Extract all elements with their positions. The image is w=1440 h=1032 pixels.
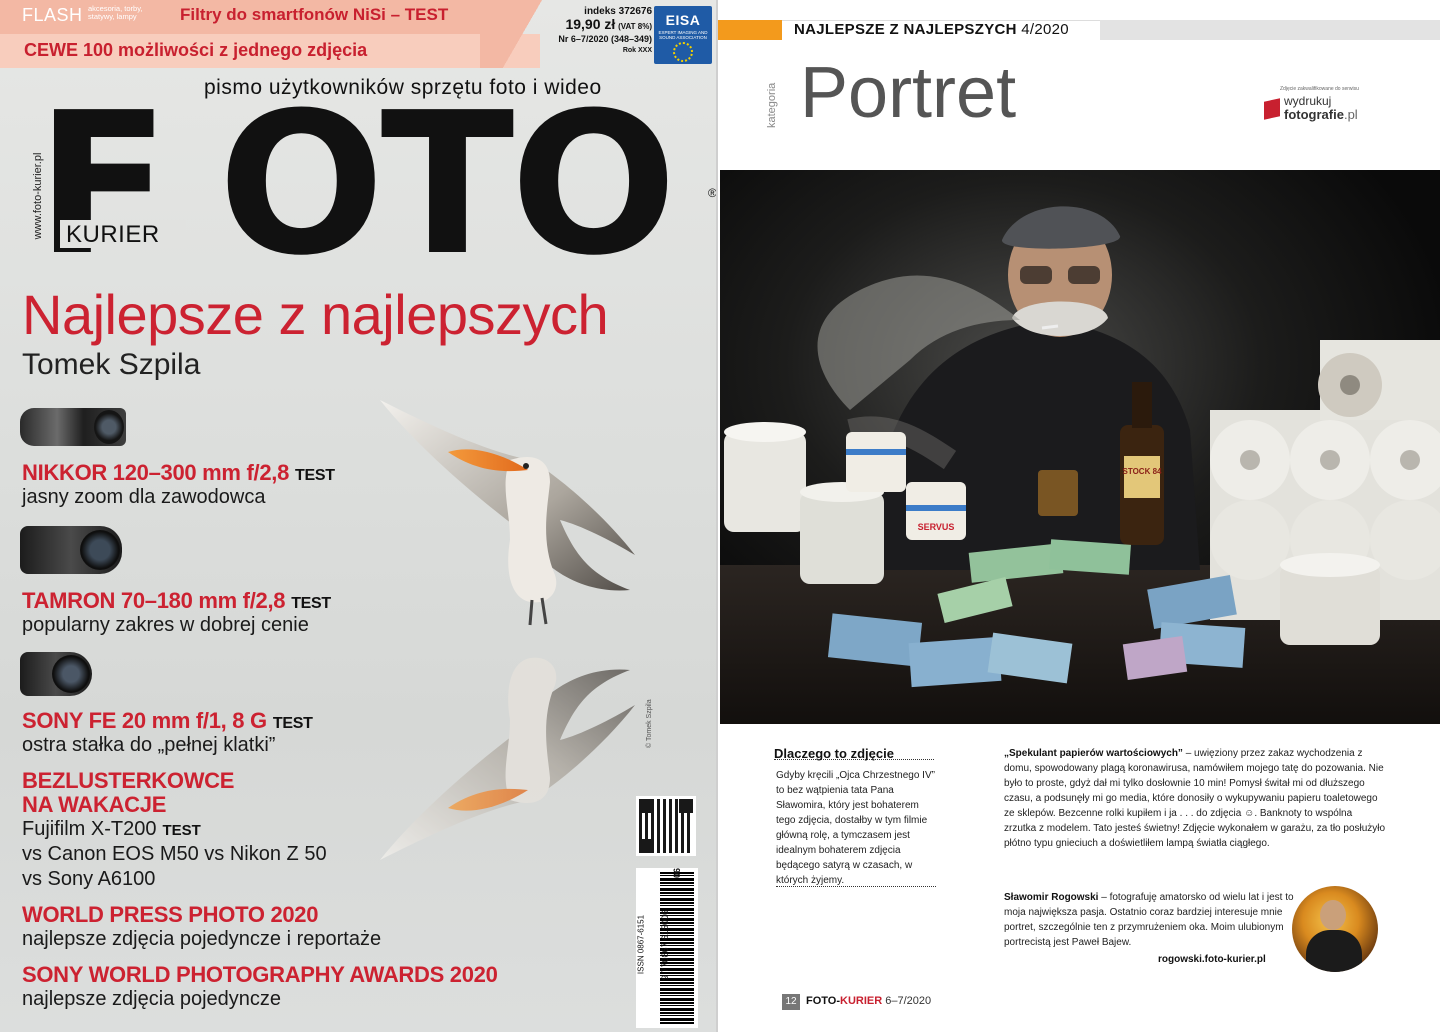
item-mirrorless-title-2: NA WAKACJE (22, 792, 167, 817)
item-mirrorless-desc-1: Fujifilm X-T200 TEST (22, 818, 201, 840)
article-body-text: – uwięziony przez zakaz wychodzenia z do… (1004, 748, 1386, 849)
issn-number: ISSN 0867-6151 (636, 914, 646, 975)
avatar-body (1306, 930, 1362, 972)
wydrukuj-logo[interactable]: Zdjęcie zakwalifikowane do serwisu wydru… (1262, 86, 1422, 126)
pelican-reflection (380, 657, 635, 860)
eisa-label: EISA (665, 12, 701, 28)
item-tamron-title: TAMRON 70–180 mm f/2,8 TEST (22, 588, 331, 613)
eisa-badge: EISA EXPERT IMAGING AND SOUND ASSOCIATIO… (654, 6, 712, 64)
vat-note: (VAT 8%) (618, 22, 652, 31)
portrait-photo: STOCK 84 SERVUS (720, 170, 1440, 724)
barcode: ISSN 0867-6151 9 770867 615006 (636, 868, 698, 1028)
masthead-oto: OTO (218, 71, 677, 299)
flash-sublabel: akcesoria, torby, statywy, lampy (88, 4, 143, 21)
cover-url: www.foto-kurier.pl (32, 152, 44, 240)
author-avatar (1292, 886, 1378, 972)
page-number: 12 (782, 994, 800, 1010)
registered-mark: ® (708, 186, 716, 200)
pelican-illustration (380, 400, 635, 860)
barcode-issue: 06 (672, 867, 683, 879)
eu-stars-icon (673, 42, 693, 62)
header-grey-bar (1100, 20, 1440, 40)
bio-url-link[interactable]: rogowski.foto-kurier.pl (1158, 954, 1266, 965)
roll-label: SERVUS (918, 522, 955, 532)
item-mirrorless-title-1: BEZLUSTERKOWCE (22, 768, 235, 793)
tamron-lens-image (20, 526, 122, 574)
flash-label: FLASH (22, 5, 83, 25)
photo-credit: © Tomek Szpila (646, 699, 653, 748)
logo-line1: wydrukuj (1284, 94, 1332, 108)
volume-year: Rok XXX (622, 47, 652, 54)
item-swpa-title: SONY WORLD PHOTOGRAPHY AWARDS 2020 (22, 962, 498, 987)
avatar-head (1320, 900, 1346, 930)
category-title: Portret (800, 53, 1017, 133)
item-mirrorless-desc-3: vs Sony A6100 (22, 868, 156, 890)
eisa-sublabel: EXPERT IMAGING AND SOUND ASSOCIATION (658, 30, 708, 40)
cover-author: Tomek Szpila (22, 348, 201, 381)
price-block: indeks 372676 19,90 zł (VAT 8%) Nr 6–7/2… (540, 6, 652, 57)
item-wpp-title: WORLD PRESS PHOTO 2020 (22, 902, 319, 927)
bio-name: Sławomir Rogowski (1004, 892, 1099, 903)
cewe-text: 100 możliwości z jednego zdjęcia (83, 40, 368, 60)
issue-number: Nr 6–7/2020 (348–349) (558, 34, 652, 44)
author-bio: Sławomir Rogowski – fotografuję amatorsk… (1004, 890, 1304, 950)
item-sony-title: SONY FE 20 mm f/1, 8 G TEST (22, 708, 313, 733)
barcode-number: 9 770867 615006 (660, 909, 670, 981)
category-label: kategoria (766, 82, 778, 128)
item-nikkor-title: NIKKOR 120–300 mm f/2,8 TEST (22, 460, 335, 485)
pelican-upper (380, 400, 635, 626)
glass (1038, 470, 1078, 516)
footer-brand: FOTO-KURIER 6–7/2020 (806, 995, 932, 1007)
cover-headline: Najlepsze z najlepszych (22, 283, 609, 346)
sony-lens-image (20, 652, 92, 696)
cewe-teaser: CEWE 100 możliwości z jednego zdjęcia (24, 40, 367, 61)
item-sony-desc: ostra stałka do „pełnej klatki” (22, 734, 276, 756)
nikkor-lens-image (20, 408, 126, 446)
masthead-kurier: KURIER (66, 221, 160, 248)
print-icon (1264, 98, 1280, 120)
caption-rule-top (774, 759, 934, 760)
article-photo-title: „Spekulant papierów wartościowych” (1004, 748, 1183, 759)
cewe-brand: CEWE (24, 40, 78, 60)
filtry-teaser: Filtry do smartfonów NiSi – TEST (180, 5, 449, 24)
item-swpa-desc: najlepsze zdjęcia pojedyncze (22, 988, 282, 1010)
item-tamron-desc: popularny zakres w dobrej cenie (22, 614, 309, 636)
cover-price: 19,90 zł (565, 16, 616, 32)
item-nikkor-desc: jasny zoom dla zawodowca (22, 486, 266, 508)
item-wpp-desc: najlepsze zdjęcia pojedyncze i reportaże (22, 928, 382, 950)
logo-small-text: Zdjęcie zakwalifikowane do serwisu (1280, 86, 1359, 92)
qr-code-icon (639, 799, 693, 853)
bottle-label: STOCK 84 (1123, 467, 1163, 476)
logo-line2: fotografie.pl (1284, 107, 1358, 122)
header-accent (718, 20, 782, 40)
caption-rule-bottom (776, 886, 936, 887)
item-mirrorless-desc-2: vs Canon EOS M50 vs Nikon Z 50 (22, 843, 327, 865)
section-header: NAJLEPSZE Z NAJLEPSZYCH 4/2020 (794, 21, 1069, 38)
qr-code[interactable] (636, 796, 696, 856)
article-body: „Spekulant papierów wartościowych” – uwi… (1004, 746, 1386, 851)
magazine-cover: FLASH akcesoria, torby, statywy, lampy F… (0, 0, 716, 1032)
article-page: NAJLEPSZE Z NAJLEPSZYCH 4/2020 kategoria… (716, 0, 1440, 1032)
caption-text: Gdyby kręcili „Ojca Chrzestnego IV” to b… (776, 770, 935, 886)
